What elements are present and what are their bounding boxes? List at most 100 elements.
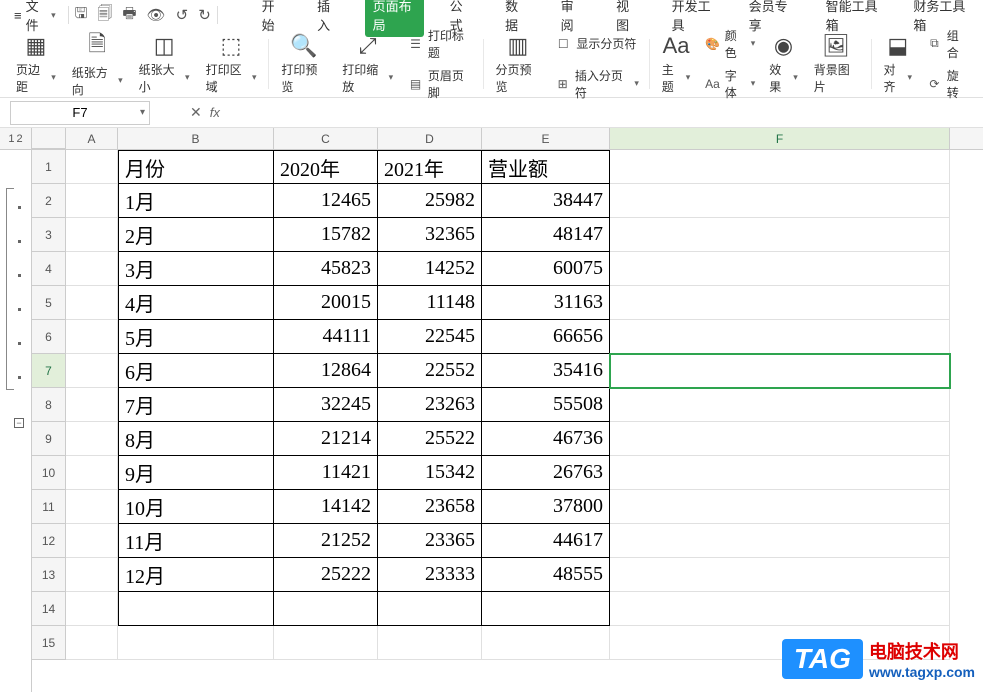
cell-B9[interactable]: 8月 — [118, 422, 274, 456]
insert-page-break-button[interactable]: ⊞插入分页符▾ — [554, 67, 639, 101]
cell-C1[interactable]: 2020年 — [274, 150, 378, 184]
cell-F14[interactable] — [610, 592, 950, 626]
cell-D9[interactable]: 25522 — [378, 422, 482, 456]
theme-button[interactable]: Aa 主题▾ — [654, 34, 699, 93]
cell-C12[interactable]: 21252 — [274, 524, 378, 558]
col-header-D[interactable]: D — [378, 128, 482, 149]
cell-B15[interactable] — [118, 626, 274, 660]
cell-B10[interactable]: 9月 — [118, 456, 274, 490]
row-header[interactable]: 15 — [32, 626, 66, 660]
cell-E3[interactable]: 48147 — [482, 218, 610, 252]
paper-size-button[interactable]: ◫ 纸张大小▾ — [131, 34, 198, 93]
cell-B5[interactable]: 4月 — [118, 286, 274, 320]
cancel-icon[interactable]: ✕ — [190, 104, 202, 121]
cell-D2[interactable]: 25982 — [378, 184, 482, 218]
outline-collapse-button[interactable]: − — [14, 418, 24, 428]
cell-A9[interactable] — [66, 422, 118, 456]
cell-A14[interactable] — [66, 592, 118, 626]
cell-E6[interactable]: 66656 — [482, 320, 610, 354]
cell-B14[interactable] — [118, 592, 274, 626]
row-header[interactable]: 3 — [32, 218, 66, 252]
cell-A6[interactable] — [66, 320, 118, 354]
cell-B6[interactable]: 5月 — [118, 320, 274, 354]
col-header-E[interactable]: E — [482, 128, 610, 149]
cell-B3[interactable]: 2月 — [118, 218, 274, 252]
outline-levels[interactable]: 1 2 — [0, 128, 32, 150]
row-header[interactable]: 8 — [32, 388, 66, 422]
row-header[interactable]: 1 — [32, 150, 66, 184]
cell-A13[interactable] — [66, 558, 118, 592]
show-page-break-checkbox[interactable]: ☐显示分页符 — [554, 27, 639, 61]
cell-E8[interactable]: 55508 — [482, 388, 610, 422]
cell-A11[interactable] — [66, 490, 118, 524]
outline-level-2[interactable]: 2 — [17, 133, 23, 145]
col-header-B[interactable]: B — [118, 128, 274, 149]
cell-D8[interactable]: 23263 — [378, 388, 482, 422]
cell-F7[interactable] — [610, 354, 950, 388]
cell-F10[interactable] — [610, 456, 950, 490]
cell-A15[interactable] — [66, 626, 118, 660]
row-header[interactable]: 10 — [32, 456, 66, 490]
cell-A1[interactable] — [66, 150, 118, 184]
save-icon[interactable]: 🖫 — [75, 3, 88, 28]
row-header[interactable]: 6 — [32, 320, 66, 354]
cell-B1[interactable]: 月份 — [118, 150, 274, 184]
formula-input[interactable] — [226, 101, 983, 125]
cell-E9[interactable]: 46736 — [482, 422, 610, 456]
page-margin-button[interactable]: ▦ 页边距▾ — [8, 34, 64, 93]
cell-D1[interactable]: 2021年 — [378, 150, 482, 184]
save-as-icon[interactable]: 🗐 — [97, 3, 112, 28]
effects-button[interactable]: ◉ 效果▾ — [761, 34, 806, 93]
cell-C2[interactable]: 12465 — [274, 184, 378, 218]
paper-orientation-button[interactable]: 🗎 纸张方向▾ — [64, 34, 131, 93]
file-menu[interactable]: ≡ 文件 ▾ — [8, 0, 62, 36]
cell-C3[interactable]: 15782 — [274, 218, 378, 252]
cell-F13[interactable] — [610, 558, 950, 592]
cell-F3[interactable] — [610, 218, 950, 252]
cell-D6[interactable]: 22545 — [378, 320, 482, 354]
redo-icon[interactable]: ↻ — [198, 6, 211, 24]
cell-D7[interactable]: 22552 — [378, 354, 482, 388]
cell-F11[interactable] — [610, 490, 950, 524]
cell-E4[interactable]: 60075 — [482, 252, 610, 286]
cell-E5[interactable]: 31163 — [482, 286, 610, 320]
row-header[interactable]: 11 — [32, 490, 66, 524]
align-button[interactable]: ⬓ 对齐▾ — [876, 34, 921, 93]
cell-A4[interactable] — [66, 252, 118, 286]
cell-F6[interactable] — [610, 320, 950, 354]
cell-C4[interactable]: 45823 — [274, 252, 378, 286]
cell-D3[interactable]: 32365 — [378, 218, 482, 252]
print-scale-button[interactable]: ⤢ 打印缩放▾ — [334, 34, 401, 93]
cell-A12[interactable] — [66, 524, 118, 558]
cell-F2[interactable] — [610, 184, 950, 218]
cell-B12[interactable]: 11月 — [118, 524, 274, 558]
cell-E7[interactable]: 35416 — [482, 354, 610, 388]
cell-F12[interactable] — [610, 524, 950, 558]
cell-C7[interactable]: 12864 — [274, 354, 378, 388]
cell-C9[interactable]: 21214 — [274, 422, 378, 456]
cell-B7[interactable]: 6月 — [118, 354, 274, 388]
cell-A2[interactable] — [66, 184, 118, 218]
print-titles-button[interactable]: ☰打印标题 — [407, 27, 472, 61]
cell-E12[interactable]: 44617 — [482, 524, 610, 558]
cell-B4[interactable]: 3月 — [118, 252, 274, 286]
cell-E2[interactable]: 38447 — [482, 184, 610, 218]
colors-button[interactable]: 🎨颜色▾ — [704, 27, 755, 61]
cell-C5[interactable]: 20015 — [274, 286, 378, 320]
cell-D12[interactable]: 23365 — [378, 524, 482, 558]
cell-A7[interactable] — [66, 354, 118, 388]
print-icon[interactable]: 🖶 — [122, 3, 136, 28]
cell-B13[interactable]: 12月 — [118, 558, 274, 592]
cell-E10[interactable]: 26763 — [482, 456, 610, 490]
row-header[interactable]: 2 — [32, 184, 66, 218]
cell-E14[interactable] — [482, 592, 610, 626]
cell-D15[interactable] — [378, 626, 482, 660]
col-header-A[interactable]: A — [66, 128, 118, 149]
row-header[interactable]: 14 — [32, 592, 66, 626]
cell-D5[interactable]: 11148 — [378, 286, 482, 320]
cell-A3[interactable] — [66, 218, 118, 252]
print-area-button[interactable]: ⬚ 打印区域▾ — [198, 34, 265, 93]
cell-F9[interactable] — [610, 422, 950, 456]
fx-icon[interactable]: fx — [210, 105, 220, 120]
cell-B2[interactable]: 1月 — [118, 184, 274, 218]
